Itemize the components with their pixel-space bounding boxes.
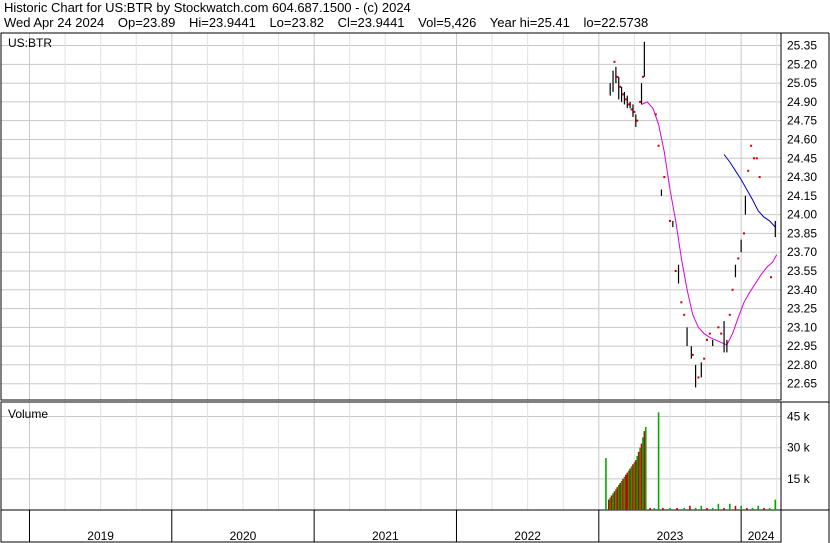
price-dot bbox=[742, 232, 745, 235]
volume-bars bbox=[605, 412, 777, 510]
price-dot bbox=[639, 100, 642, 103]
price-tick-label: 23.70 bbox=[787, 245, 817, 259]
price-tick-label: 24.15 bbox=[787, 189, 817, 203]
price-dot bbox=[691, 353, 694, 356]
price-tick-label: 23.55 bbox=[787, 264, 817, 278]
price-tick-label: 23.85 bbox=[787, 226, 817, 240]
price-tick-label: 22.65 bbox=[787, 377, 817, 391]
price-dot bbox=[697, 376, 700, 379]
price-tick-label: 25.20 bbox=[787, 57, 817, 71]
grid-layer bbox=[1, 33, 781, 510]
price-dot bbox=[636, 119, 639, 122]
price-dots bbox=[613, 60, 773, 379]
price-dot bbox=[680, 301, 683, 304]
price-dot bbox=[758, 176, 761, 179]
price-dot bbox=[613, 60, 616, 63]
price-dot bbox=[747, 169, 750, 172]
year-label: 2024 bbox=[748, 529, 775, 543]
price-tick-label: 24.75 bbox=[787, 114, 817, 128]
year-label: 2020 bbox=[230, 529, 257, 543]
year-label: 2019 bbox=[87, 529, 114, 543]
volume-panel-label: Volume bbox=[8, 407, 48, 421]
price-dot bbox=[750, 144, 753, 147]
price-dot bbox=[752, 157, 755, 160]
year-label: 2023 bbox=[657, 529, 684, 543]
price-dot bbox=[728, 313, 731, 316]
price-dot bbox=[633, 110, 636, 113]
price-dot bbox=[737, 257, 740, 260]
price-tick-label: 23.10 bbox=[787, 320, 817, 334]
volume-axis: 15 k 30 k 45 k bbox=[787, 410, 811, 486]
year-label: 2022 bbox=[514, 529, 541, 543]
price-dot bbox=[708, 332, 711, 335]
price-axis: 25.35 25.20 25.05 24.90 24.75 24.60 24.45 24.30… bbox=[787, 39, 817, 391]
price-dot bbox=[657, 144, 660, 147]
price-tick-label: 25.05 bbox=[787, 76, 817, 90]
price-tick-label: 22.80 bbox=[787, 358, 817, 372]
price-dot bbox=[616, 75, 619, 78]
price-dot bbox=[622, 93, 625, 96]
price-dot bbox=[703, 357, 706, 360]
stock-chart: US:BTR Volume 25.3525.2025.0524.9024.752… bbox=[0, 32, 830, 543]
price-dot bbox=[683, 313, 686, 316]
price-dot bbox=[770, 276, 773, 279]
price-dot bbox=[663, 176, 666, 179]
volume-tick-label: 15 k bbox=[787, 472, 811, 486]
price-tick-label: 24.60 bbox=[787, 132, 817, 146]
price-panel-label: US:BTR bbox=[8, 36, 52, 50]
year-label: 2021 bbox=[372, 529, 399, 543]
price-dot bbox=[705, 338, 708, 341]
price-panel-frame bbox=[0, 32, 782, 401]
price-dot bbox=[624, 98, 627, 101]
date-axis: 2019 2020 2021 2022 2023 2024 bbox=[28, 510, 775, 543]
price-tick-label: 24.90 bbox=[787, 95, 817, 109]
price-dot bbox=[630, 108, 633, 111]
price-dot bbox=[641, 75, 644, 78]
price-tick-label: 24.00 bbox=[787, 208, 817, 222]
price-tick-label: 22.95 bbox=[787, 339, 817, 353]
price-tick-label: 24.30 bbox=[787, 170, 817, 184]
price-dot bbox=[627, 103, 630, 106]
price-tick-label: 23.40 bbox=[787, 283, 817, 297]
price-dot bbox=[654, 113, 657, 116]
price-tick-label: 23.25 bbox=[787, 302, 817, 316]
price-dot bbox=[720, 332, 723, 335]
price-tick-label: 24.45 bbox=[787, 151, 817, 165]
volume-tick-label: 45 k bbox=[787, 410, 811, 424]
price-dot bbox=[619, 85, 622, 88]
price-dot bbox=[668, 219, 671, 222]
long-moving-average-line bbox=[723, 154, 776, 228]
volume-tick-label: 30 k bbox=[787, 441, 811, 455]
price-tick-label: 25.35 bbox=[787, 39, 817, 53]
volume-panel-frame bbox=[0, 401, 782, 511]
price-dot bbox=[731, 288, 734, 291]
price-dot bbox=[717, 326, 720, 329]
price-dot bbox=[674, 269, 677, 272]
price-dot bbox=[755, 157, 758, 160]
